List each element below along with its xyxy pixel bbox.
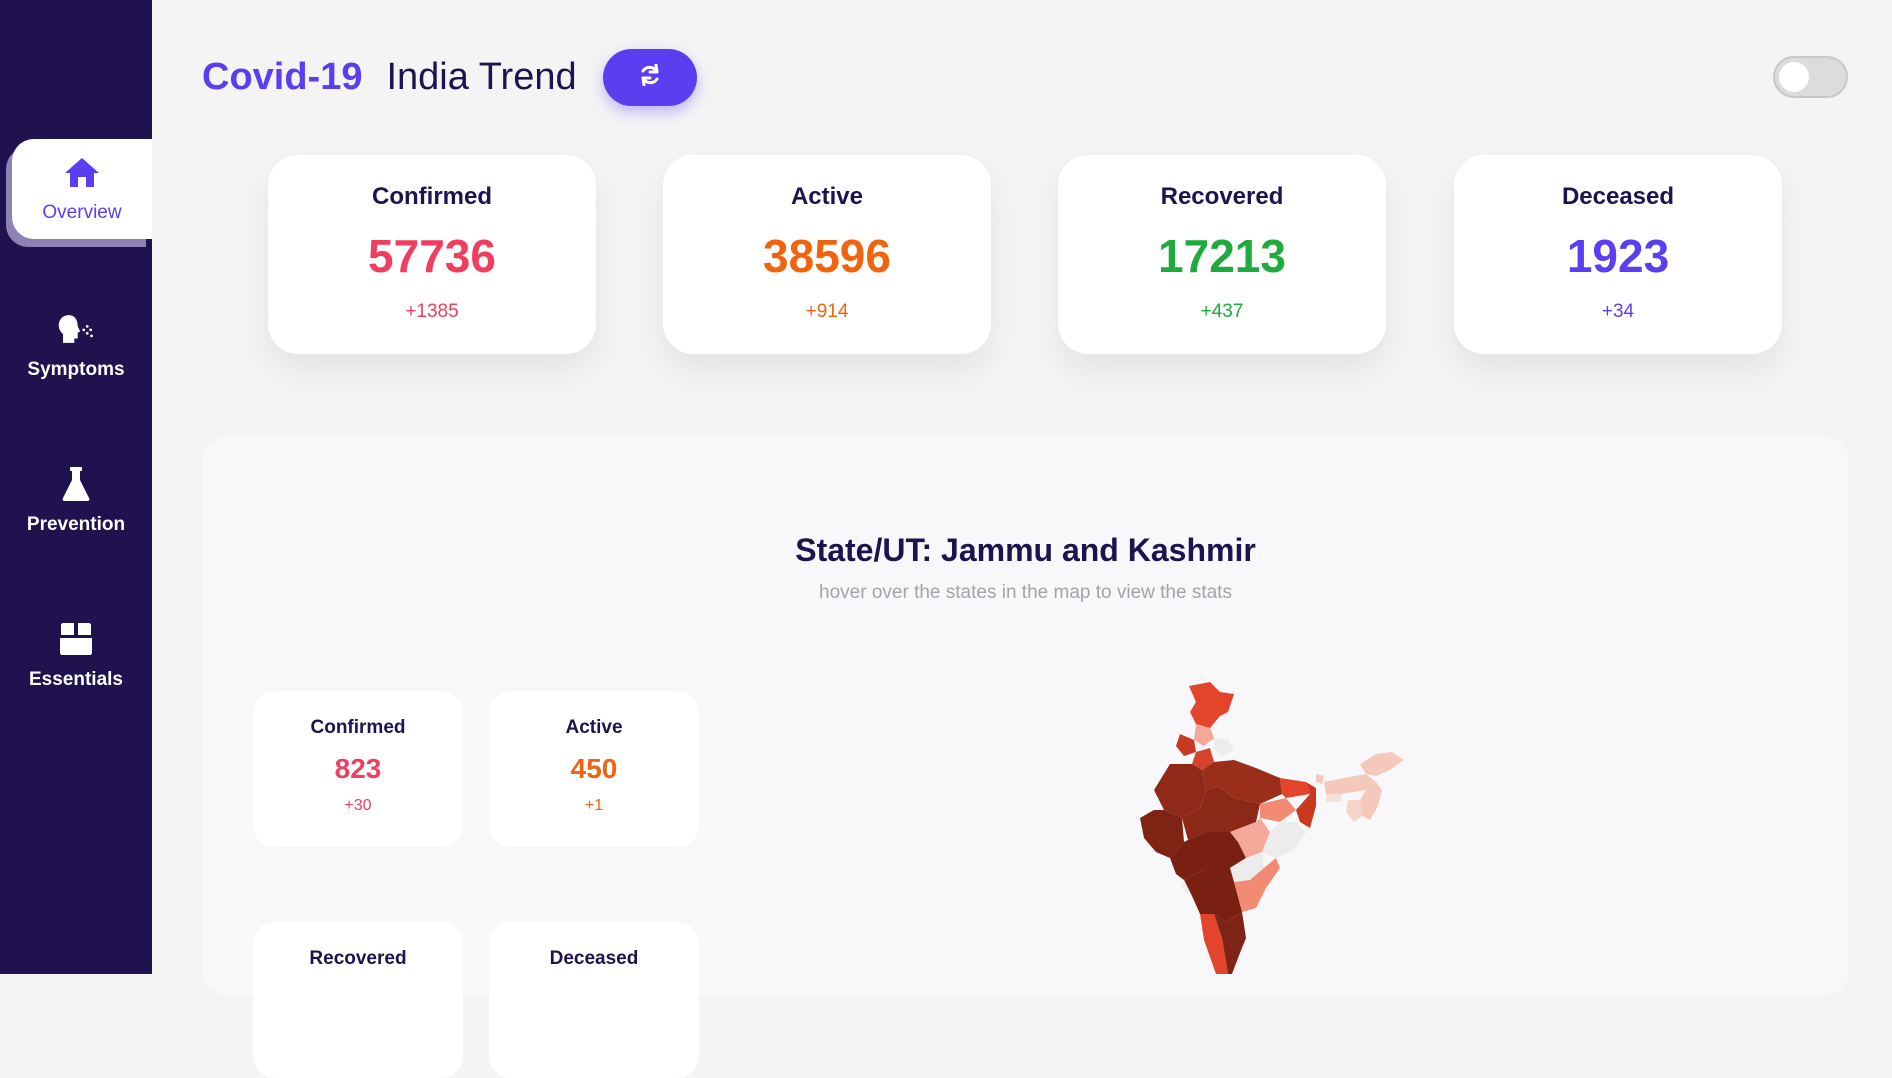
- state-sikkim: [1316, 774, 1324, 784]
- mini-delta: +30: [344, 797, 372, 814]
- card-delta: +1385: [405, 301, 459, 322]
- state-bihar: [1280, 778, 1310, 798]
- active-card: Active 38596 +914: [663, 155, 991, 354]
- state-arunachal: [1360, 752, 1404, 776]
- state-ladakh-himachal: [1194, 724, 1214, 746]
- card-title: Deceased: [1561, 183, 1675, 210]
- state-hint: hover over the states in the map to view…: [819, 582, 1232, 603]
- india-map[interactable]: [1130, 682, 1490, 974]
- sidebar-item-prevention[interactable]: Prevention: [0, 451, 152, 551]
- mini-title: Active: [565, 717, 623, 738]
- state-confirmed-card: Confirmed 823 +30: [253, 691, 463, 847]
- card-title: Confirmed: [372, 183, 492, 210]
- state-deceased-card: Deceased: [489, 922, 699, 1078]
- state-uttarakhand: [1214, 738, 1234, 756]
- home-icon: [63, 154, 101, 190]
- theme-toggle[interactable]: [1773, 56, 1848, 98]
- state-title: State/UT: Jammu and Kashmir: [795, 532, 1256, 568]
- card-title: Recovered: [1160, 183, 1284, 210]
- recovered-card: Recovered 17213 +437: [1058, 155, 1386, 354]
- card-value: 57736: [368, 230, 496, 282]
- card-value: 1923: [1566, 230, 1670, 282]
- state-meghalaya: [1326, 794, 1342, 802]
- card-delta: +437: [1200, 301, 1244, 322]
- sidebar-item-overview[interactable]: Overview: [12, 139, 152, 239]
- mini-value: 823: [334, 753, 382, 784]
- sidebar-item-label: Symptoms: [27, 359, 125, 380]
- state-punjab: [1176, 734, 1196, 756]
- page-title: India Trend: [386, 55, 577, 98]
- mini-title: Deceased: [549, 948, 639, 969]
- state-odisha: [1262, 822, 1306, 858]
- state-active-card: Active 450 +1: [489, 691, 699, 847]
- mini-value: 450: [570, 753, 618, 784]
- confirmed-card: Confirmed 57736 +1385: [268, 155, 596, 354]
- card-value: 38596: [763, 230, 891, 282]
- state-jammu-kashmir: [1189, 682, 1234, 728]
- sidebar-item-label: Prevention: [26, 514, 126, 535]
- sidebar: Overview Symptoms Prevention Essentials: [0, 0, 152, 974]
- card-title: Active: [790, 183, 864, 210]
- sidebar-item-symptoms[interactable]: Symptoms: [0, 296, 152, 396]
- sidebar-item-label: Essentials: [29, 669, 123, 690]
- brand-title: Covid-19: [202, 55, 363, 98]
- state-recovered-card: Recovered: [253, 922, 463, 1078]
- box-icon: [57, 621, 95, 657]
- sidebar-item-essentials[interactable]: Essentials: [0, 606, 152, 706]
- page-header: Covid-19 India Trend: [202, 48, 697, 106]
- card-delta: +34: [1601, 301, 1635, 322]
- refresh-icon: [639, 63, 661, 91]
- toggle-knob: [1779, 62, 1809, 92]
- card-value: 17213: [1158, 230, 1286, 282]
- flask-icon: [57, 466, 95, 502]
- deceased-card: Deceased 1923 +34: [1454, 155, 1782, 354]
- state-tripura-mizoram: [1346, 800, 1362, 822]
- mini-delta: +1: [584, 797, 604, 814]
- mini-title: Confirmed: [310, 717, 406, 738]
- mini-title: Recovered: [309, 948, 407, 969]
- cough-icon: [57, 311, 95, 347]
- refresh-button[interactable]: [602, 48, 697, 106]
- sidebar-item-label: Overview: [42, 202, 122, 223]
- card-delta: +914: [805, 301, 849, 322]
- state-jharkhand: [1260, 798, 1296, 822]
